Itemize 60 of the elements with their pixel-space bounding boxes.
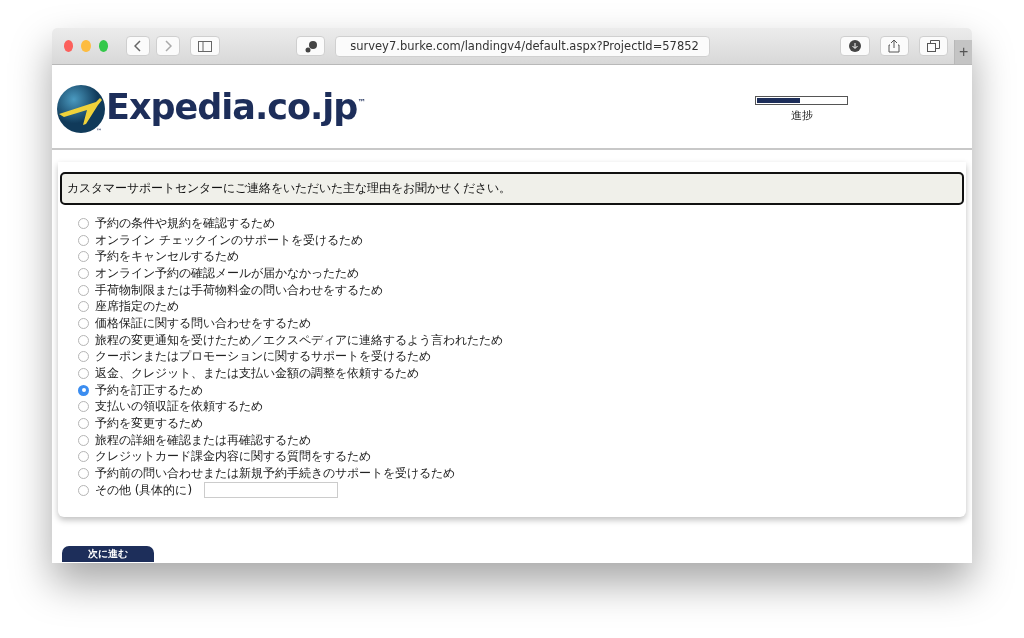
radio-button[interactable] [78, 267, 89, 279]
question-text: カスタマーサポートセンターにご連絡をいただいた主な理由をお聞かせください。 [60, 172, 964, 205]
option-label: オンライン予約の確認メールが届かなかったため [95, 264, 359, 282]
option-label: 予約前の問い合わせまたは新規予約手続きのサポートを受けるため [95, 465, 455, 483]
option-label: 旅程の変更通知を受けたため／エクスペディアに連絡するよう言われたため [95, 331, 503, 349]
trademark-mark: ™ [357, 97, 366, 107]
radio-button[interactable] [78, 418, 89, 430]
forward-button[interactable] [156, 36, 181, 56]
radio-button[interactable] [78, 217, 89, 229]
radio-button[interactable] [78, 251, 89, 263]
puzzle-icon [303, 39, 318, 53]
radio-button[interactable] [78, 451, 89, 463]
input-field[interactable] [204, 482, 339, 499]
option-label: 価格保証に関する問い合わせをするため [95, 314, 311, 332]
next-button[interactable]: 次に進む [62, 545, 154, 562]
back-button[interactable] [126, 36, 151, 56]
option-label: 予約をキャンセルするため [95, 248, 239, 266]
option-label: オンライン チェックインのサポートを受けるため [95, 231, 363, 249]
radio-button[interactable] [78, 434, 89, 446]
logo-text: Expedia.co.jp [106, 89, 358, 125]
tabs-button[interactable] [919, 36, 949, 56]
progress-label: 進捗 [790, 108, 813, 123]
chevron-right-icon [164, 40, 173, 52]
radio-button[interactable] [78, 334, 89, 346]
radio-button[interactable] [78, 384, 89, 396]
option-label: 予約を訂正するため [95, 381, 203, 399]
option-label: 支払いの領収証を依頼するため [95, 398, 263, 416]
share-icon [888, 39, 901, 53]
radio-button[interactable] [78, 351, 89, 363]
option-label: 予約の条件や規約を確認するため [95, 214, 275, 232]
download-button[interactable] [840, 36, 870, 56]
chevron-left-icon [134, 40, 143, 52]
radio-button[interactable] [78, 401, 89, 413]
sidebar-icon [198, 40, 213, 52]
option-label: クーポンまたはプロモーションに関するサポートを受けるため [95, 348, 431, 366]
radio-button[interactable] [78, 284, 89, 296]
maximize-icon[interactable] [98, 40, 109, 52]
extension-button[interactable] [295, 36, 326, 56]
option-label: クレジットカード課金内容に関する質問をするため [95, 448, 371, 466]
close-icon[interactable] [64, 40, 74, 52]
option-label: その他 (具体的に) [95, 481, 193, 499]
radio-button[interactable] [78, 368, 89, 380]
share-button[interactable] [879, 36, 909, 56]
option-label: 予約を変更するため [95, 415, 203, 433]
option-label: 返金、クレジット、または支払い金額の調整を依頼するため [95, 365, 419, 383]
option-label: 座席指定のため [95, 298, 179, 316]
option-label: 旅程の詳細を確認または再確認するため [95, 431, 311, 449]
globe-icon [56, 83, 106, 134]
radio-button[interactable] [78, 468, 89, 480]
minimize-icon[interactable] [81, 40, 91, 52]
option-label: 手荷物制限または手荷物料金の問い合わせをするため [95, 281, 383, 299]
sidebar-button[interactable] [190, 36, 220, 56]
download-icon [848, 40, 861, 52]
tabs-icon [927, 40, 941, 52]
radio-button[interactable] [78, 234, 89, 246]
radio-button[interactable] [78, 484, 89, 496]
radio-button[interactable] [78, 301, 89, 313]
radio-button[interactable] [78, 317, 89, 329]
new-tab-button[interactable]: + [954, 40, 972, 64]
address-bar[interactable]: survey7.burke.com/landingv4/default.aspx?ProjectId=57852 [335, 35, 711, 57]
